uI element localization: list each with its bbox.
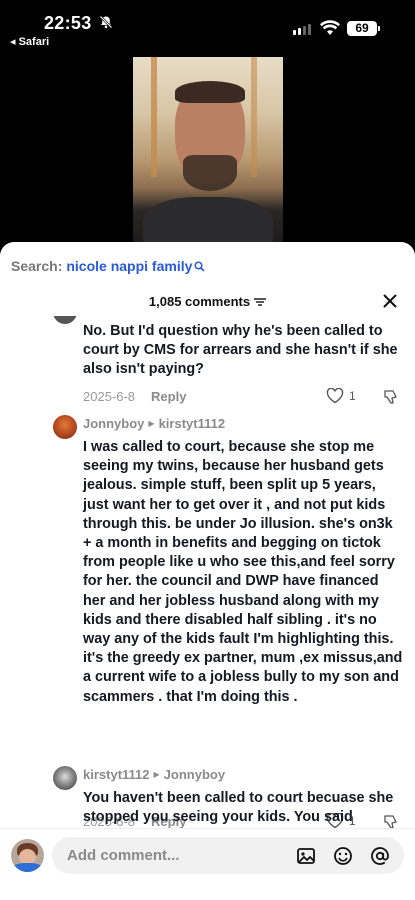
avatar[interactable]	[53, 766, 77, 790]
emoji-icon[interactable]	[333, 846, 353, 866]
comment-thread[interactable]: No. But I'd question why he's been calle…	[0, 316, 415, 836]
bell-muted-icon	[99, 15, 113, 29]
like-count: 1	[349, 389, 356, 403]
comment-author-line: Jonnyboy ▶ kirstyt1112	[83, 416, 225, 431]
comment-text: I was called to court, because she stop …	[83, 439, 403, 705]
comment-meta: 2025-6-8 Reply	[83, 389, 186, 404]
clock: 22:53	[44, 13, 92, 33]
comment-date: 2025-6-8	[83, 389, 136, 404]
avatar[interactable]	[53, 316, 77, 324]
add-comment-placeholder: Add comment...	[67, 847, 180, 864]
mention-icon[interactable]	[370, 846, 390, 866]
reply-button[interactable]: Reply	[151, 389, 186, 404]
comments-count: 1,085 comments	[148, 294, 251, 309]
comment-text: No. But I'd question why he's been calle…	[83, 323, 398, 378]
image-icon[interactable]	[296, 846, 316, 866]
reply-to-username[interactable]: Jonnyboy	[164, 767, 225, 782]
search-suggestion[interactable]: Search: nicole nappi family	[11, 258, 205, 274]
video-preview[interactable]	[133, 57, 283, 244]
battery-indicator: 69	[347, 21, 380, 36]
comment-username[interactable]: Jonnyboy	[83, 416, 144, 431]
comment-author-line: kirstyt1112 ▶ Jonnyboy	[83, 767, 225, 782]
heart-icon	[326, 388, 344, 404]
reply-arrow-icon: ▶	[153, 770, 160, 779]
comment-text: You haven't been called to court becuase…	[83, 790, 394, 826]
like-button[interactable]: 1	[326, 388, 356, 404]
comment-username[interactable]: kirstyt1112	[83, 767, 150, 782]
reply-to-username[interactable]: kirstyt1112	[159, 416, 226, 431]
wifi-icon	[320, 20, 340, 35]
add-comment-input[interactable]: Add comment...	[52, 837, 404, 874]
sort-filter-icon[interactable]	[254, 297, 267, 307]
comment-composer: Add comment...	[0, 828, 415, 900]
status-bar: 22:53 ◂ Safari 69	[0, 0, 415, 56]
back-to-safari-link[interactable]: ◂ Safari	[10, 35, 49, 48]
reply-arrow-icon: ▶	[148, 419, 155, 428]
comments-count-header: 1,085 comments	[0, 294, 415, 309]
avatar[interactable]	[53, 415, 77, 439]
close-icon[interactable]	[382, 293, 398, 309]
comments-sheet: Search: nicole nappi family 1,085 commen…	[0, 242, 415, 900]
cellular-signal-icon	[293, 24, 311, 35]
user-avatar[interactable]	[11, 839, 44, 872]
dislike-icon[interactable]	[383, 389, 399, 405]
search-icon	[194, 260, 205, 272]
search-prefix: Search:	[11, 258, 63, 274]
search-query-link[interactable]: nicole nappi family	[66, 258, 192, 274]
